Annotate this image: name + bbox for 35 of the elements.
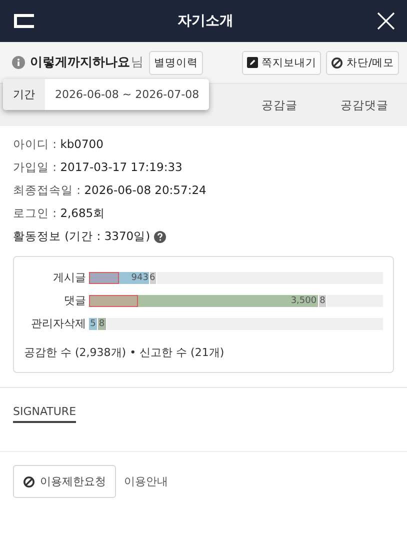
- restrict-button[interactable]: 이용제한요청: [13, 465, 116, 498]
- tab[interactable]: 공감댓글: [322, 84, 407, 126]
- help-icon[interactable]: [154, 230, 166, 242]
- history-button[interactable]: 별명이력: [149, 50, 203, 74]
- tab[interactable]: 공감글: [237, 84, 322, 126]
- bar-label: 댓글: [63, 293, 86, 308]
- close-icon[interactable]: [377, 12, 395, 30]
- bar-segment: 943: [119, 272, 150, 284]
- activity-title: 활동정보 (기간 : 3370일): [13, 229, 150, 244]
- bar-segment: 5: [89, 318, 98, 330]
- period-label: 기간: [3, 79, 45, 110]
- bar-segment: 8: [98, 318, 107, 330]
- info-icon: [12, 56, 25, 69]
- info-line: 아이디 : kb0700: [13, 137, 104, 152]
- bar-label: 관리자삭제: [30, 316, 86, 331]
- info-line: 로그인 : 2,685회: [13, 206, 106, 221]
- bar-segment: 3,500: [138, 294, 319, 306]
- window-title: 자기소개: [178, 12, 234, 30]
- guide-link[interactable]: 이용안내: [124, 474, 168, 489]
- logo-icon: [14, 14, 34, 28]
- info-line: 최종접속일 : 2026-06-08 20:57:24: [13, 183, 208, 198]
- message-button[interactable]: 쪽지보내기: [242, 50, 322, 74]
- pencil-icon: [247, 57, 258, 68]
- info-line: 가입일 : 2017-03-17 17:19:33: [13, 160, 184, 175]
- period-value: 2026-06-08 ~ 2026-07-08: [54, 87, 200, 103]
- honorific: 님: [131, 54, 144, 71]
- summary-text: 공감한 수 (2,938개) • 신고한 수 (21개): [24, 345, 226, 360]
- bar-segment: 6: [150, 272, 158, 284]
- block-icon: [331, 56, 344, 68]
- block-button[interactable]: 차단/메모: [326, 50, 399, 74]
- nickname: 이렇게까지하나요: [30, 54, 130, 71]
- signature-heading: SIGNATURE: [13, 405, 76, 423]
- bar-label: 게시글: [52, 270, 86, 285]
- block-icon: [23, 476, 35, 488]
- bar-segment: 8: [318, 294, 328, 306]
